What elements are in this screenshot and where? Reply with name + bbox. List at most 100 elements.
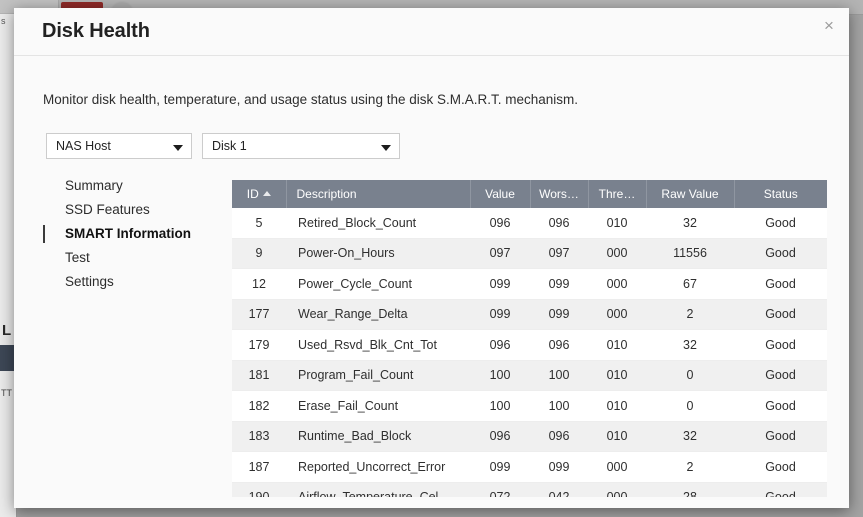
dialog-header: Disk Health ×	[14, 8, 849, 56]
dialog-description: Monitor disk health, temperature, and us…	[43, 92, 579, 107]
smart-attribute-id: 183	[232, 421, 286, 452]
smart-attribute-threshold: 010	[588, 329, 646, 361]
table-row[interactable]: 5 Retired_Block_Count 096 096 010 32 Good	[232, 208, 827, 239]
smart-attribute-status: Good	[734, 390, 827, 422]
column-header-id[interactable]: ID	[232, 180, 287, 208]
smart-attribute-description: Retired_Block_Count	[286, 208, 470, 239]
smart-attribute-id: 9	[232, 238, 286, 269]
disk-health-dialog: Disk Health × Monitor disk health, tempe…	[14, 8, 849, 508]
smart-attribute-threshold: 010	[588, 421, 646, 452]
sort-ascending-icon	[262, 191, 271, 196]
smart-attribute-raw-value: 0	[646, 390, 734, 422]
disk-select[interactable]: Disk 1	[202, 133, 400, 159]
column-header-worst[interactable]: Wors…	[530, 180, 589, 208]
smart-attribute-threshold: 000	[588, 482, 646, 497]
sidebar-item-smart-information[interactable]: SMART Information	[38, 222, 218, 246]
smart-attribute-description: Power_Cycle_Count	[286, 268, 470, 300]
table-row[interactable]: 182 Erase_Fail_Count 100 100 010 0 Good	[232, 390, 827, 422]
smart-attribute-worst: 096	[530, 421, 588, 452]
sidebar-item-test[interactable]: Test	[38, 246, 218, 270]
smart-attribute-id: 181	[232, 360, 286, 391]
sidebar-item-settings[interactable]: Settings	[38, 270, 218, 294]
smart-attribute-value: 096	[470, 208, 530, 239]
smart-attribute-status: Good	[734, 268, 827, 300]
table-row[interactable]: 181 Program_Fail_Count 100 100 010 0 Good	[232, 360, 827, 391]
smart-attribute-threshold: 000	[588, 268, 646, 300]
smart-attribute-status: Good	[734, 421, 827, 452]
smart-attribute-threshold: 010	[588, 390, 646, 422]
smart-attribute-description: Power-On_Hours	[286, 238, 470, 269]
smart-attribute-description: Erase_Fail_Count	[286, 390, 470, 422]
smart-attribute-value: 096	[470, 329, 530, 361]
column-header-raw-value[interactable]: Raw Value	[646, 180, 735, 208]
host-select-value: NAS Host	[56, 139, 111, 153]
sidebar-item-summary[interactable]: Summary	[38, 174, 218, 198]
sidebar-item-ssd-features[interactable]: SSD Features	[38, 198, 218, 222]
smart-attribute-id: 190	[232, 482, 286, 497]
smart-attribute-raw-value: 2	[646, 299, 734, 330]
smart-attribute-worst: 042	[530, 482, 588, 497]
column-header-description[interactable]: Description	[286, 180, 471, 208]
chevron-down-icon	[173, 145, 183, 151]
close-icon[interactable]: ×	[817, 14, 841, 38]
smart-attribute-status: Good	[734, 238, 827, 269]
smart-attribute-status: Good	[734, 482, 827, 497]
smart-attribute-id: 177	[232, 299, 286, 330]
smart-attribute-raw-value: 2	[646, 451, 734, 483]
host-select[interactable]: NAS Host	[46, 133, 192, 159]
smart-attribute-id: 5	[232, 208, 286, 239]
smart-attribute-id: 179	[232, 329, 286, 361]
smart-attribute-worst: 099	[530, 268, 588, 300]
table-row[interactable]: 12 Power_Cycle_Count 099 099 000 67 Good	[232, 268, 827, 300]
sidebar-item-label: Test	[65, 250, 90, 265]
smart-attribute-value: 099	[470, 299, 530, 330]
background-text-fragment-l: L	[2, 322, 12, 339]
column-header-status[interactable]: Status	[734, 180, 827, 208]
smart-attribute-threshold: 000	[588, 238, 646, 269]
smart-attribute-worst: 100	[530, 360, 588, 391]
smart-attribute-threshold: 010	[588, 208, 646, 239]
smart-attribute-value: 099	[470, 268, 530, 300]
smart-attributes-table-container[interactable]: ID Description Value Wors… Thre… Raw Val…	[232, 180, 827, 497]
background-text-fragment-s: s	[1, 16, 6, 26]
smart-attribute-description: Reported_Uncorrect_Error	[286, 451, 470, 483]
smart-attribute-worst: 099	[530, 299, 588, 330]
disk-select-value: Disk 1	[212, 139, 247, 153]
smart-attribute-status: Good	[734, 299, 827, 330]
smart-attribute-value: 072	[470, 482, 530, 497]
smart-attribute-value: 100	[470, 390, 530, 422]
column-header-threshold[interactable]: Thre…	[588, 180, 647, 208]
smart-attribute-raw-value: 32	[646, 421, 734, 452]
smart-attribute-description: Used_Rsvd_Blk_Cnt_Tot	[286, 329, 470, 361]
smart-attribute-status: Good	[734, 360, 827, 391]
smart-attributes-table: ID Description Value Wors… Thre… Raw Val…	[232, 180, 827, 497]
smart-attribute-raw-value: 32	[646, 208, 734, 239]
smart-attribute-value: 097	[470, 238, 530, 269]
smart-attribute-threshold: 000	[588, 299, 646, 330]
smart-attribute-description: Wear_Range_Delta	[286, 299, 470, 330]
table-row[interactable]: 183 Runtime_Bad_Block 096 096 010 32 Good	[232, 421, 827, 452]
smart-attribute-value: 099	[470, 451, 530, 483]
table-row[interactable]: 190Airflow_Temperature_Cel07204200028Goo…	[232, 482, 827, 497]
sidebar-item-label: Summary	[65, 178, 123, 193]
page-title: Disk Health	[42, 20, 150, 42]
table-row[interactable]: 179 Used_Rsvd_Blk_Cnt_Tot 096 096 010 32 Good	[232, 329, 827, 361]
column-header-value[interactable]: Value	[470, 180, 531, 208]
smart-attribute-threshold: 010	[588, 360, 646, 391]
smart-attribute-worst: 096	[530, 208, 588, 239]
table-row[interactable]: 9 Power-On_Hours 097 097 000 11556 Good	[232, 238, 827, 269]
smart-attribute-description: Airflow_Temperature_Cel	[286, 482, 470, 497]
smart-attribute-worst: 097	[530, 238, 588, 269]
smart-attribute-status: Good	[734, 329, 827, 361]
background-text-fragment-tt: TT	[1, 388, 12, 398]
smart-attribute-raw-value: 32	[646, 329, 734, 361]
dialog-sidebar: Summary SSD Features SMART Information T…	[38, 174, 218, 294]
smart-attribute-threshold: 000	[588, 451, 646, 483]
smart-attribute-raw-value: 67	[646, 268, 734, 300]
smart-attribute-description: Runtime_Bad_Block	[286, 421, 470, 452]
table-row[interactable]: 177 Wear_Range_Delta 099 099 000 2 Good	[232, 299, 827, 330]
table-row[interactable]: 187 Reported_Uncorrect_Error 099 099 000 2 Goo…	[232, 451, 827, 483]
sidebar-item-label: SMART Information	[65, 226, 191, 241]
smart-attribute-id: 182	[232, 390, 286, 422]
smart-attribute-id: 187	[232, 451, 286, 483]
